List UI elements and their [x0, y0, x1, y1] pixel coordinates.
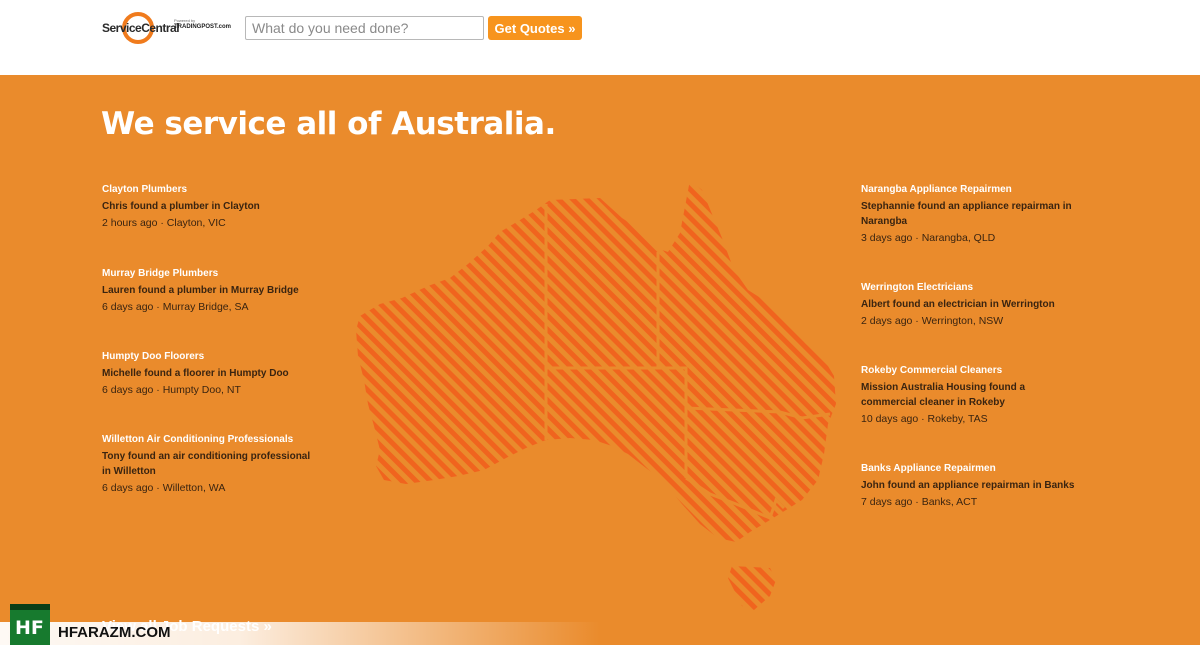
- job-title-link[interactable]: Banks Appliance Repairmen: [861, 462, 1076, 476]
- job-description: Lauren found a plumber in Murray Bridge: [102, 285, 299, 296]
- job-meta: 2 hours ago · Clayton, VIC: [102, 217, 226, 229]
- job-meta: 3 days ago · Narangba, QLD: [861, 232, 996, 244]
- job-item: Murray Bridge Plumbers Lauren found a pl…: [102, 267, 317, 314]
- job-meta: 6 days ago · Murray Bridge, SA: [102, 301, 249, 313]
- job-description: Stephannie found an appliance repairman …: [861, 201, 1072, 227]
- job-title-link[interactable]: Rokeby Commercial Cleaners: [861, 364, 1076, 378]
- logo-partner: TRADINGPOST.com: [174, 24, 232, 30]
- job-description: Tony found an air conditioning professio…: [102, 451, 311, 477]
- service-central-logo[interactable]: ServiceCentral Powered by TRADINGPOST.co…: [100, 10, 235, 48]
- job-item: Willetton Air Conditioning Professionals…: [102, 433, 317, 495]
- watermark-text: HFARAZM.COM: [58, 624, 171, 641]
- mainland-shape: [356, 180, 836, 542]
- job-description: Michelle found a floorer in Humpty Doo: [102, 368, 289, 379]
- job-item: Humpty Doo Floorers Michelle found a flo…: [102, 350, 317, 397]
- job-title-link[interactable]: Clayton Plumbers: [102, 183, 317, 197]
- logo-powered-by: Powered by: [174, 18, 196, 23]
- search-input[interactable]: [245, 16, 484, 40]
- job-item: Banks Appliance Repairmen John found an …: [861, 462, 1076, 509]
- job-description: John found an appliance repairman in Ban…: [861, 480, 1075, 491]
- job-title-link[interactable]: Humpty Doo Floorers: [102, 350, 317, 364]
- job-description: Mission Australia Housing found a commer…: [861, 382, 1026, 408]
- job-title-link[interactable]: Willetton Air Conditioning Professionals: [102, 433, 317, 447]
- australia-map-icon: [356, 180, 836, 610]
- job-description: Chris found a plumber in Clayton: [102, 201, 260, 212]
- top-header: ServiceCentral Powered by TRADINGPOST.co…: [0, 0, 1200, 75]
- tasmania-shape: [728, 566, 776, 610]
- get-quotes-button[interactable]: Get Quotes »: [488, 16, 582, 40]
- job-title-link[interactable]: Murray Bridge Plumbers: [102, 267, 317, 281]
- job-meta: 6 days ago · Willetton, WA: [102, 482, 226, 494]
- job-item: Clayton Plumbers Chris found a plumber i…: [102, 183, 317, 230]
- job-item: Rokeby Commercial Cleaners Mission Austr…: [861, 364, 1076, 426]
- watermark-badge: HF: [10, 604, 50, 645]
- job-title-link[interactable]: Werrington Electricians: [861, 281, 1076, 295]
- job-meta: 6 days ago · Humpty Doo, NT: [102, 384, 241, 396]
- job-item: Werrington Electricians Albert found an …: [861, 281, 1076, 328]
- job-meta: 7 days ago · Banks, ACT: [861, 496, 978, 508]
- job-meta: 10 days ago · Rokeby, TAS: [861, 413, 988, 425]
- job-description: Albert found an electrician in Werringto…: [861, 299, 1055, 310]
- page-title: We service all of Australia.: [101, 106, 556, 142]
- watermark-badge-text: HF: [15, 617, 44, 639]
- job-item: Narangba Appliance Repairmen Stephannie …: [861, 183, 1076, 245]
- job-title-link[interactable]: Narangba Appliance Repairmen: [861, 183, 1076, 197]
- job-meta: 2 days ago · Werrington, NSW: [861, 315, 1004, 327]
- logo-text: ServiceCentral: [102, 21, 180, 35]
